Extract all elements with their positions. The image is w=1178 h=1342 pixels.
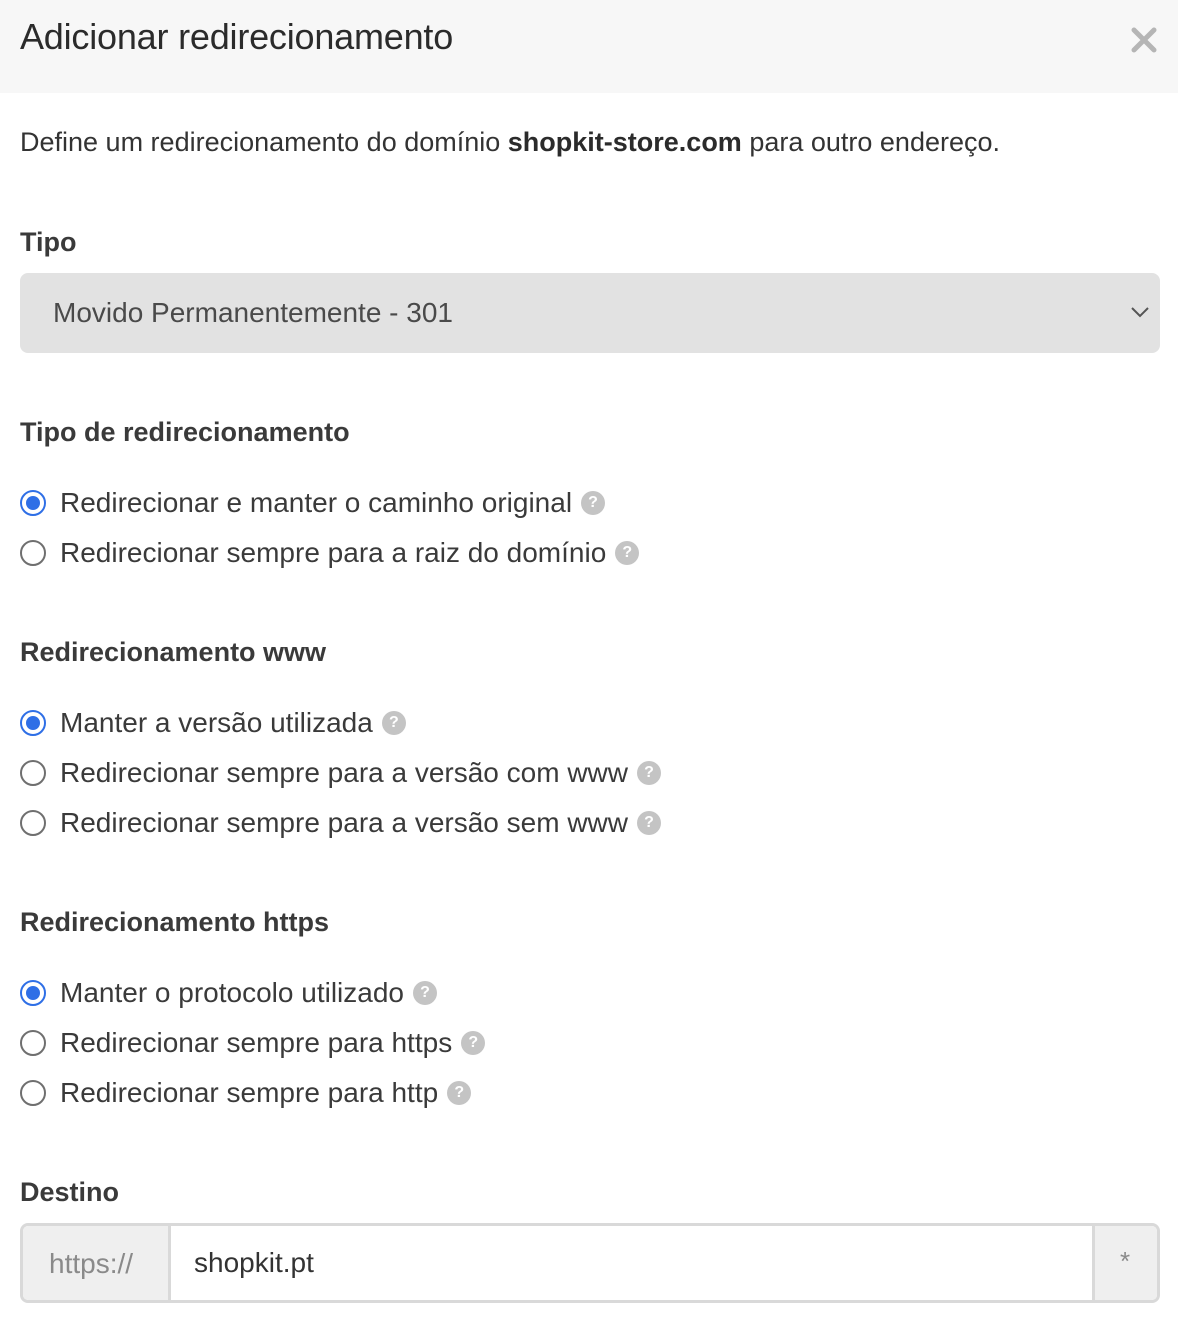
radio-option-keep-version[interactable]: Manter a versão utilizada ? [20, 703, 406, 743]
destino-label: Destino [20, 1177, 120, 1207]
https-redirect-label: Redirecionamento https [20, 907, 330, 937]
close-button[interactable] [1128, 24, 1160, 56]
redirect-type-label: Tipo de redirecionamento [20, 417, 350, 447]
radio-option-keep-protocol[interactable]: Manter o protocolo utilizado ? [20, 973, 437, 1013]
chevron-down-icon [1130, 305, 1150, 319]
destino-protocol-prefix: https:// [23, 1226, 171, 1300]
radio-button[interactable] [20, 710, 46, 736]
destino-suffix-text: * [1120, 1246, 1131, 1276]
www-redirect-label: Redirecionamento www [20, 637, 327, 667]
help-icon[interactable]: ? [447, 1081, 472, 1105]
radio-button[interactable] [20, 490, 46, 516]
radio-label: Manter a versão utilizada [60, 707, 373, 738]
radio-option-with-www[interactable]: Redirecionar sempre para a versão com ww… [20, 753, 661, 793]
help-icon[interactable]: ? [412, 981, 437, 1005]
intro-domain: shopkit-store.com [507, 127, 742, 157]
radio-option-http[interactable]: Redirecionar sempre para http ? [20, 1073, 472, 1113]
help-icon[interactable]: ? [381, 711, 406, 735]
radio-option-https[interactable]: Redirecionar sempre para https ? [20, 1023, 486, 1063]
radio-label: Redirecionar e manter o caminho original [60, 487, 573, 518]
radio-option-without-www[interactable]: Redirecionar sempre para a versão sem ww… [20, 803, 661, 843]
radio-label: Redirecionar sempre para a versão com ww… [60, 757, 628, 788]
help-icon[interactable]: ? [615, 541, 640, 565]
intro-text-before: Define um redirecionamento do domínio [20, 127, 508, 157]
tipo-label: Tipo [20, 227, 77, 257]
radio-button[interactable] [20, 1030, 46, 1056]
destino-wildcard-suffix: * [1092, 1226, 1157, 1300]
destino-input-group: https:// * [20, 1223, 1160, 1303]
radio-button[interactable] [20, 810, 46, 836]
radio-option-root[interactable]: Redirecionar sempre para a raiz do domín… [20, 533, 640, 573]
radio-label: Redirecionar sempre para a versão sem ww… [60, 807, 628, 838]
radio-button[interactable] [20, 540, 46, 566]
radio-button[interactable] [20, 980, 46, 1006]
tipo-select-value: Movido Permanentemente - 301 [53, 297, 453, 328]
radio-label: Redirecionar sempre para a raiz do domín… [60, 537, 607, 568]
modal-title: Adicionar redirecionamento [20, 16, 454, 57]
radio-label: Redirecionar sempre para https [60, 1027, 453, 1058]
radio-button[interactable] [20, 760, 46, 786]
radio-label: Manter o protocolo utilizado [60, 977, 404, 1008]
radio-option-keep-path[interactable]: Redirecionar e manter o caminho original… [20, 483, 606, 523]
modal-header: Adicionar redirecionamento [0, 0, 1178, 93]
help-icon[interactable]: ? [581, 491, 606, 515]
radio-button[interactable] [20, 1080, 46, 1106]
destino-input[interactable] [174, 1226, 1092, 1300]
destino-prefix-text: https:// [49, 1248, 134, 1279]
close-icon [1131, 27, 1157, 53]
tipo-select[interactable]: Movido Permanentemente - 301 [20, 273, 1160, 353]
intro-text-after: para outro endereço. [741, 127, 1001, 157]
help-icon[interactable]: ? [461, 1031, 486, 1055]
help-icon[interactable]: ? [637, 761, 661, 785]
help-icon[interactable]: ? [637, 811, 661, 835]
radio-label: Redirecionar sempre para http [60, 1077, 439, 1108]
intro-text: Define um redirecionamento do domínio sh… [20, 127, 1000, 158]
